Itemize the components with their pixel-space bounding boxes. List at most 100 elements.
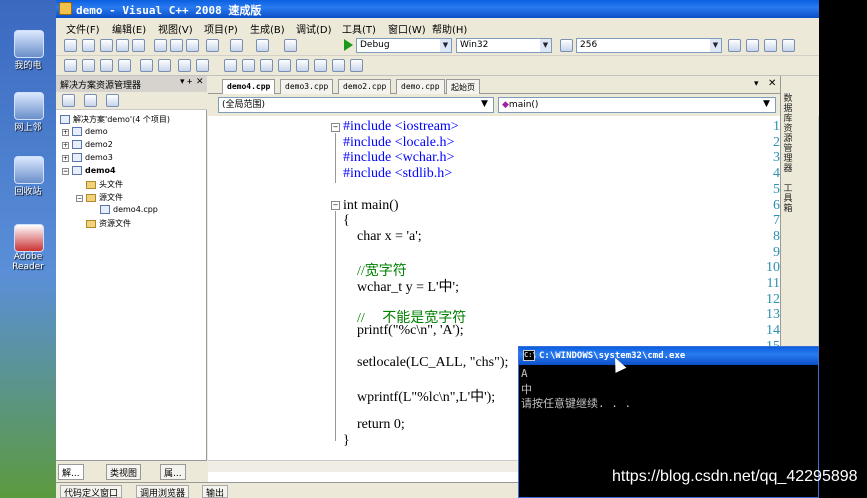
expand-icon[interactable]: + xyxy=(62,129,69,136)
tab-list-icon[interactable]: ▾ xyxy=(754,79,759,89)
tab-start-page[interactable]: 起始页 xyxy=(446,79,480,94)
tab-demo4-cpp[interactable]: demo4.cpp xyxy=(222,79,276,94)
bookmark-doc-next-icon[interactable] xyxy=(332,59,345,72)
tree-file-demo4cpp[interactable]: demo4.cpp xyxy=(100,205,158,214)
uncomment-icon[interactable] xyxy=(196,59,209,72)
find-input[interactable]: 256 ▼ xyxy=(576,38,722,53)
paste-icon[interactable] xyxy=(186,39,199,52)
database-explorer-tab[interactable]: 数据库资源管理器 xyxy=(782,94,794,174)
refresh-icon[interactable] xyxy=(106,94,119,107)
properties-icon[interactable] xyxy=(62,94,75,107)
config-select[interactable]: Debug ▼ xyxy=(356,38,452,53)
toolbox-icon[interactable] xyxy=(782,39,795,52)
find-in-files-icon[interactable] xyxy=(728,39,741,52)
code-line[interactable]: int main() xyxy=(343,198,399,214)
show-all-files-icon[interactable] xyxy=(84,94,97,107)
expand-icon[interactable]: + xyxy=(62,155,69,162)
bookmark-folder-next-icon[interactable] xyxy=(296,59,309,72)
code-line[interactable]: } xyxy=(343,433,350,449)
bookmark-next-icon[interactable] xyxy=(260,59,273,72)
code-line[interactable]: wprintf(L"%lc\n",L'中'); xyxy=(343,386,495,406)
clear-bookmarks-icon[interactable] xyxy=(350,59,363,72)
tab-property-manager[interactable]: 属... xyxy=(160,464,186,480)
fold-toggle-icon[interactable]: − xyxy=(331,201,340,210)
param-info-icon[interactable] xyxy=(82,59,95,72)
function-select[interactable]: ◆main() ▼ xyxy=(498,97,776,113)
tree-folder-headers[interactable]: 头文件 xyxy=(86,179,123,190)
cut-icon[interactable] xyxy=(154,39,167,52)
menu-file[interactable]: 文件(F) xyxy=(66,21,100,36)
comment-icon[interactable] xyxy=(178,59,191,72)
quick-info-icon[interactable] xyxy=(100,59,113,72)
adobe-reader-icon[interactable] xyxy=(14,224,44,252)
toolbox-tab[interactable]: 工具箱 xyxy=(782,184,794,214)
menu-help[interactable]: 帮助(H) xyxy=(432,21,467,36)
menu-tools[interactable]: 工具(T) xyxy=(342,21,376,36)
outdent-icon[interactable] xyxy=(140,59,153,72)
solution-explorer-icon[interactable] xyxy=(746,39,759,52)
tab-demo3-cpp[interactable]: demo3.cpp xyxy=(280,79,334,94)
close-icon[interactable]: ✕ xyxy=(196,77,204,87)
code-line[interactable]: #include <iostream> xyxy=(343,119,459,135)
code-line[interactable]: return 0; xyxy=(343,417,405,433)
new-project-icon[interactable] xyxy=(64,39,77,52)
code-line[interactable]: #include <stdlib.h> xyxy=(343,166,452,182)
tree-project-demo2[interactable]: + demo2 xyxy=(62,140,113,149)
menu-edit[interactable]: 编辑(E) xyxy=(112,21,146,36)
menu-debug[interactable]: 调试(D) xyxy=(296,21,332,36)
code-line[interactable]: #include <wchar.h> xyxy=(343,150,454,166)
tab-call-browser[interactable]: 调用浏览器 xyxy=(136,485,190,498)
code-line[interactable]: char x = 'a'; xyxy=(343,229,422,245)
tree-project-demo[interactable]: + demo xyxy=(62,127,108,136)
recycle-bin-icon[interactable] xyxy=(14,156,44,184)
code-line[interactable]: { xyxy=(343,213,350,229)
network-icon[interactable] xyxy=(14,92,44,120)
collapse-icon[interactable]: − xyxy=(62,168,69,175)
code-line[interactable]: setlocale(LC_ALL, "chs"); xyxy=(343,355,508,371)
tab-code-definition[interactable]: 代码定义窗口 xyxy=(60,485,123,498)
tree-project-demo4[interactable]: − demo4 xyxy=(62,166,116,175)
menu-build[interactable]: 生成(B) xyxy=(250,21,285,36)
redo-icon[interactable] xyxy=(230,39,243,52)
menu-view[interactable]: 视图(V) xyxy=(158,21,193,36)
nav-back-icon[interactable] xyxy=(284,39,297,52)
my-computer-icon[interactable] xyxy=(14,30,44,58)
pin-icon[interactable]: ▾ ᚐ xyxy=(180,77,192,87)
save-all-icon[interactable] xyxy=(132,39,145,52)
properties-icon[interactable] xyxy=(764,39,777,52)
tree-folder-sources[interactable]: − 源文件 xyxy=(76,192,123,203)
find-icon[interactable] xyxy=(560,39,573,52)
menu-project[interactable]: 项目(P) xyxy=(204,21,238,36)
save-icon[interactable] xyxy=(116,39,129,52)
indent-icon[interactable] xyxy=(158,59,171,72)
collapse-icon[interactable]: − xyxy=(76,195,83,202)
console-title-bar[interactable]: C:\ C:\WINDOWS\system32\cmd.exe xyxy=(519,347,818,365)
bookmark-prev-icon[interactable] xyxy=(242,59,255,72)
menu-window[interactable]: 窗口(W) xyxy=(388,21,426,36)
navigate-icon[interactable] xyxy=(256,39,269,52)
code-line[interactable]: #include <locale.h> xyxy=(343,135,454,151)
tab-demo-cpp[interactable]: demo.cpp xyxy=(396,79,445,94)
platform-select[interactable]: Win32 ▼ xyxy=(456,38,552,53)
start-debug-icon[interactable] xyxy=(344,39,353,51)
expand-icon[interactable]: + xyxy=(62,142,69,149)
close-document-icon[interactable]: ✕ xyxy=(768,78,776,89)
code-line[interactable]: wchar_t y = L'中'; xyxy=(343,276,459,296)
tree-project-demo3[interactable]: + demo3 xyxy=(62,153,113,162)
scope-select[interactable]: (全局范围) ▼ xyxy=(218,97,494,113)
complete-word-icon[interactable] xyxy=(118,59,131,72)
bookmark-doc-prev-icon[interactable] xyxy=(314,59,327,72)
copy-icon[interactable] xyxy=(170,39,183,52)
member-list-icon[interactable] xyxy=(64,59,77,72)
undo-icon[interactable] xyxy=(206,39,219,52)
title-bar[interactable]: demo - Visual C++ 2008 速成版 xyxy=(56,0,819,18)
tab-class-view[interactable]: 类视图 xyxy=(106,464,142,480)
open-file-icon[interactable] xyxy=(100,39,113,52)
tree-solution-root[interactable]: 解决方案'demo'(4 个项目) xyxy=(60,114,170,125)
code-line[interactable]: printf("%c\n", 'A'); xyxy=(343,323,464,339)
tab-demo2-cpp[interactable]: demo2.cpp xyxy=(338,79,392,94)
bookmark-folder-prev-icon[interactable] xyxy=(278,59,291,72)
tab-solution-explorer[interactable]: 解... xyxy=(58,464,84,480)
tree-folder-resources[interactable]: 资源文件 xyxy=(86,218,131,229)
bookmark-toggle-icon[interactable] xyxy=(224,59,237,72)
